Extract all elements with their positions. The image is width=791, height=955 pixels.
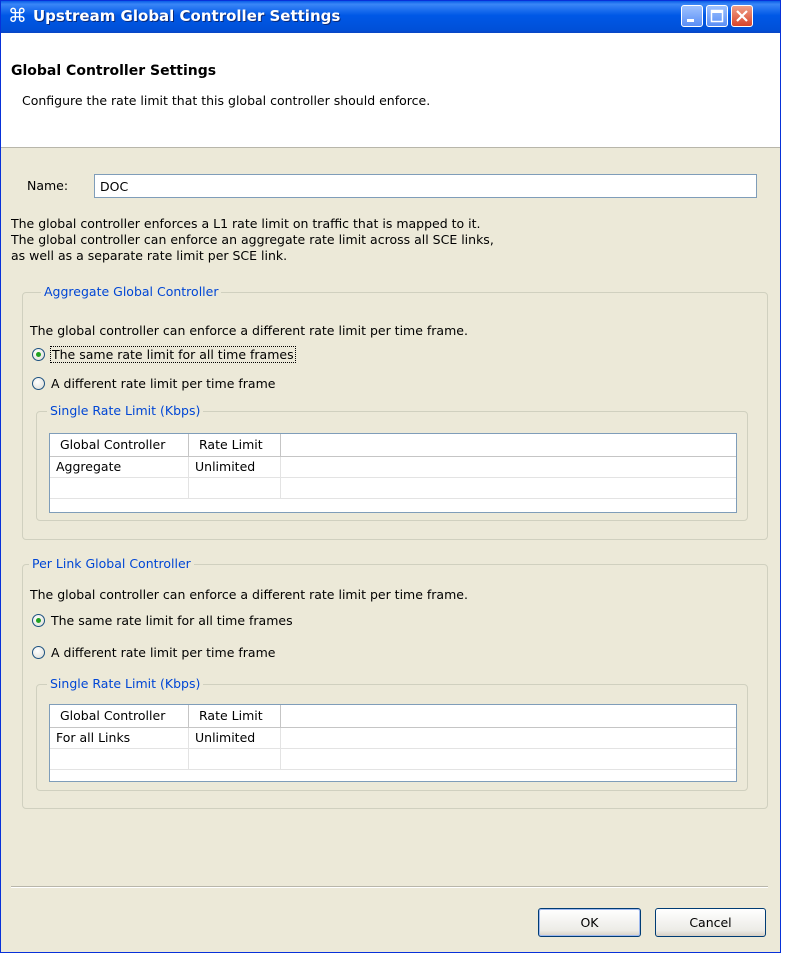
aggregate-rate-limit-legend: Single Rate Limit (Kbps) [47,403,204,418]
column-header-global-controller[interactable]: Global Controller [50,434,189,456]
table-header: Global Controller Rate Limit [50,705,736,728]
per-link-group-legend: Per Link Global Controller [29,556,194,571]
aggregate-group-legend: Aggregate Global Controller [41,284,222,299]
header-title: Global Controller Settings [11,63,217,79]
name-label: Name: [27,178,69,193]
cell-global-controller[interactable]: Aggregate [50,457,189,477]
info-text: The global controller enforces a L1 rate… [11,216,494,264]
table-row-empty [50,749,736,770]
header-description: Configure the rate limit that this globa… [22,93,431,108]
radio-label: The same rate limit for all time frames [51,613,293,628]
radio-selected-icon[interactable] [32,348,45,361]
radio-selected-icon[interactable] [32,614,45,627]
radio-label: A different rate limit per time frame [51,645,276,660]
per-link-rate-table[interactable]: Global Controller Rate Limit For all Lin… [49,704,737,782]
title-bar[interactable]: ⌘ Upstream Global Controller Settings [1,1,780,33]
radio-unselected-icon[interactable] [32,377,45,390]
aggregate-rate-limit-group: Single Rate Limit (Kbps) Global Controll… [36,403,748,521]
per-link-description: The global controller can enforce a diff… [30,587,468,602]
table-row[interactable]: For all Links Unlimited [50,728,736,749]
close-button[interactable] [731,5,753,27]
radio-label: A different rate limit per time frame [51,376,276,391]
name-input[interactable] [94,174,757,198]
per-link-rate-limit-legend: Single Rate Limit (Kbps) [47,676,204,691]
column-header-rate-limit[interactable]: Rate Limit [189,705,281,727]
maximize-icon [710,9,724,23]
table-row[interactable]: Aggregate Unlimited [50,457,736,478]
aggregate-group: Aggregate Global Controller The global c… [22,284,768,540]
cisco-command-icon: ⌘ [8,5,27,27]
cell-rate-limit[interactable]: Unlimited [189,728,281,748]
footer-divider [11,886,768,888]
per-link-rate-limit-group: Single Rate Limit (Kbps) Global Controll… [36,676,748,791]
dialog-window: ⌘ Upstream Global Controller Settings Gl… [0,0,781,953]
cancel-button[interactable]: Cancel [655,908,766,937]
window-title: Upstream Global Controller Settings [33,7,341,25]
aggregate-description: The global controller can enforce a diff… [30,323,468,338]
minimize-button[interactable] [681,5,703,27]
dialog-header: Global Controller Settings Configure the… [1,33,780,148]
maximize-button[interactable] [706,5,728,27]
column-header-global-controller[interactable]: Global Controller [50,705,189,727]
per-link-group: Per Link Global Controller The global co… [22,556,768,809]
table-header: Global Controller Rate Limit [50,434,736,457]
ok-button[interactable]: OK [538,908,641,937]
column-header-rate-limit[interactable]: Rate Limit [189,434,281,456]
radio-label: The same rate limit for all time frames [50,346,296,363]
close-icon [736,10,748,22]
cell-global-controller[interactable]: For all Links [50,728,189,748]
info-line: The global controller enforces a L1 rate… [11,216,481,231]
table-row-empty [50,478,736,499]
aggregate-rate-table[interactable]: Global Controller Rate Limit Aggregate U… [49,433,737,513]
cell-rate-limit[interactable]: Unlimited [189,457,281,477]
info-line: The global controller can enforce an agg… [11,232,494,247]
info-line: as well as a separate rate limit per SCE… [11,248,288,263]
minimize-icon [687,19,694,22]
radio-unselected-icon[interactable] [32,646,45,659]
